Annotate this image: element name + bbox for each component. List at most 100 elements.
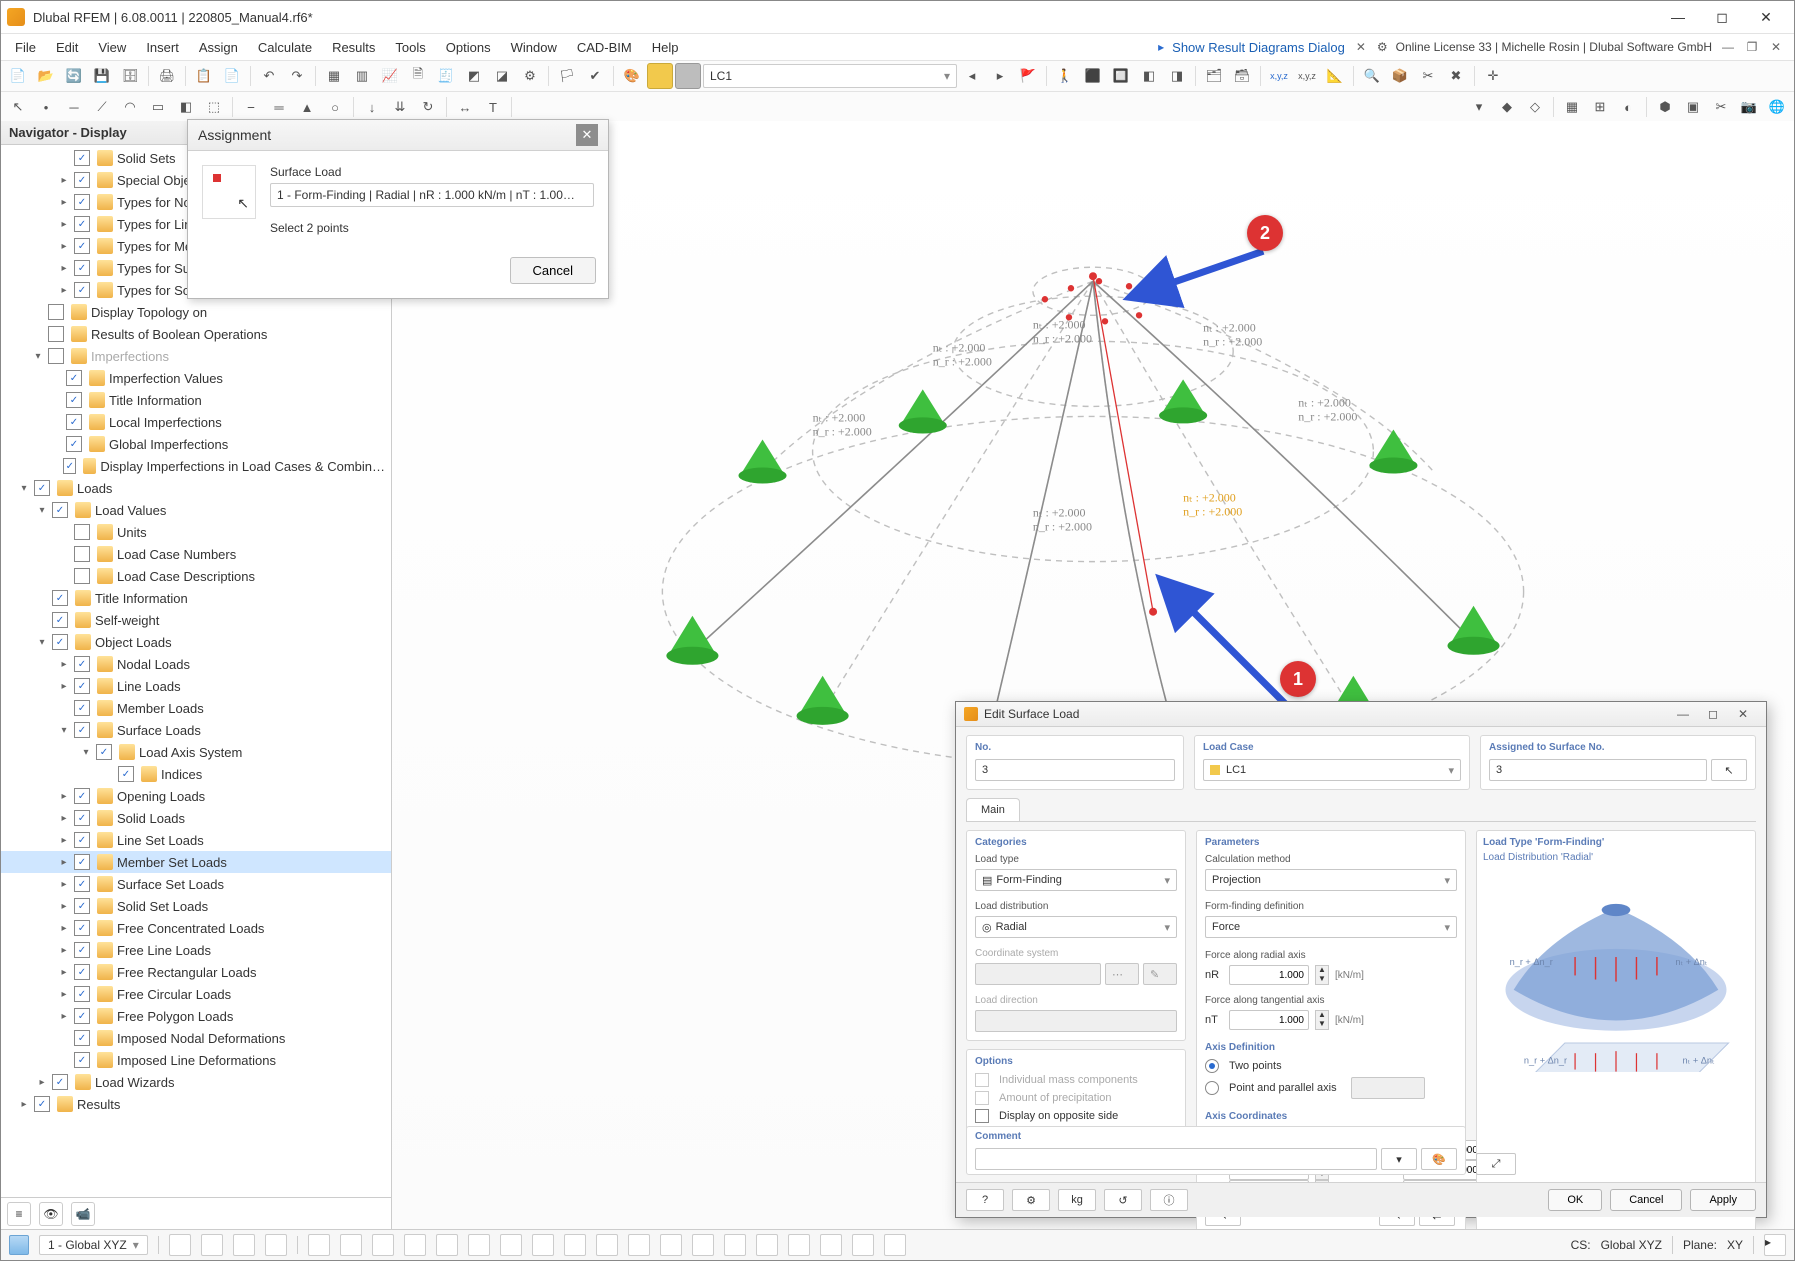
tree-item[interactable]: ▸Results [1,1093,391,1115]
tree-checkbox[interactable] [74,854,90,870]
tree-checkbox[interactable] [74,656,90,672]
dim-icon[interactable]: ↔ [452,94,478,120]
prev-lc-icon[interactable]: ◂ [959,63,985,89]
close-hint-icon[interactable]: ✕ [1353,39,1369,55]
sb-snap1-icon[interactable] [169,1234,191,1256]
cube4-icon[interactable]: ◨ [1164,63,1190,89]
tree-checkbox[interactable] [74,216,90,232]
comment-color-icon[interactable]: 🎨 [1421,1148,1457,1170]
cube3-icon[interactable]: ◧ [1136,63,1162,89]
tree-checkbox[interactable] [74,810,90,826]
palette-icon[interactable]: 🎨 [619,63,645,89]
minimize-button[interactable]: — [1656,1,1700,33]
tree-item[interactable]: Local Imperfections [1,411,391,433]
tree-checkbox[interactable] [74,260,90,276]
xyz1-icon[interactable]: x,y,z [1266,63,1292,89]
sb-i-icon[interactable] [724,1234,746,1256]
tree-checkbox[interactable] [74,150,90,166]
rect-icon[interactable]: ▭ [145,94,171,120]
menu-calculate[interactable]: Calculate [248,37,322,58]
tree-item[interactable]: Global Imperfections [1,433,391,455]
tree-item[interactable]: ▾Load Axis System [1,741,391,763]
tree-checkbox[interactable] [74,1030,90,1046]
tree-checkbox[interactable] [52,634,68,650]
dialog-min-icon[interactable]: — [1668,707,1698,721]
calc-icon[interactable]: ⚙ [517,63,543,89]
tree-checkbox[interactable] [96,744,112,760]
gridtoggle-icon[interactable]: ▦ [1559,94,1585,120]
cube2-icon[interactable]: 🔲 [1108,63,1134,89]
open-icon[interactable]: 📂 [33,63,59,89]
text-icon[interactable]: T [480,94,506,120]
tree-item[interactable]: Units [1,521,391,543]
assignment-close-icon[interactable]: ✕ [576,124,598,146]
ffdef-combo[interactable]: Force▾ [1205,916,1457,938]
tree-item[interactable]: ▾Object Loads [1,631,391,653]
sb-g-icon[interactable] [660,1234,682,1256]
sb-d-icon[interactable] [564,1234,586,1256]
surface-icon[interactable]: ◧ [173,94,199,120]
loadcase-input[interactable]: LC1▾ [1203,759,1461,781]
sheet-icon[interactable]: 🗎 [405,63,431,89]
navigator-tree[interactable]: Solid Sets▸Special Objects▸Types for Nod… [1,145,391,1197]
box-icon[interactable]: 📦 [1387,63,1413,89]
sb-h-icon[interactable] [692,1234,714,1256]
menu-view[interactable]: View [88,37,136,58]
tree-checkbox[interactable] [74,194,90,210]
tree-checkbox[interactable] [74,546,90,562]
tree-item[interactable]: Imposed Line Deformations [1,1049,391,1071]
nav-views-tab-icon[interactable]: 📹 [71,1202,95,1226]
snap1-icon[interactable]: ◆ [1494,94,1520,120]
close-button[interactable]: ✕ [1744,1,1788,33]
tree-item[interactable]: ▾Load Values [1,499,391,521]
tree-item[interactable]: ▸Free Circular Loads [1,983,391,1005]
dialog-close-icon[interactable]: ✕ [1728,707,1758,721]
tree-checkbox[interactable] [74,282,90,298]
tree-item[interactable]: Load Case Descriptions [1,565,391,587]
ftang-input[interactable] [1229,1010,1309,1030]
hinge-icon[interactable]: ○ [322,94,348,120]
sb-grid-icon[interactable] [308,1234,330,1256]
render-icon[interactable]: ◐ [1615,94,1641,120]
layer-icon[interactable]: 🗂 [1201,63,1227,89]
solid-icon[interactable]: ⬚ [201,94,227,120]
reset-icon[interactable]: ↺ [1104,1189,1142,1211]
tree-item[interactable]: ▸Line Set Loads [1,829,391,851]
tree-item[interactable]: Title Information [1,587,391,609]
tree-checkbox[interactable] [74,568,90,584]
loaddist-combo[interactable]: ◎ Radial▾ [975,916,1177,938]
tree-checkbox[interactable] [52,590,68,606]
preview-expand-icon[interactable]: ⤢ [1476,1153,1516,1175]
tree-checkbox[interactable] [118,766,134,782]
radio-point-parallel[interactable] [1205,1081,1219,1095]
xyz2-icon[interactable]: x,y,z [1294,63,1320,89]
tab-main[interactable]: Main [966,798,1020,821]
areaload-icon[interactable]: ⇊ [387,94,413,120]
workplane-combo[interactable]: 1 - Global XYZ▾ [39,1235,148,1255]
line-icon[interactable]: ─ [61,94,87,120]
tree-checkbox[interactable] [74,1008,90,1024]
tree-checkbox[interactable] [48,304,64,320]
sb-ortho-icon[interactable] [340,1234,362,1256]
assigned-input[interactable]: 3 [1489,759,1707,781]
no-input[interactable]: 3 [975,759,1175,781]
cube1-icon[interactable]: ⬛ [1080,63,1106,89]
arc-icon[interactable]: ◠ [117,94,143,120]
tree-checkbox[interactable] [74,524,90,540]
radio-two-points[interactable] [1205,1059,1219,1073]
flag2-icon[interactable]: 🚩 [1015,63,1041,89]
dialog-max-icon[interactable]: ◻ [1698,707,1728,721]
chart-icon[interactable]: 📈 [377,63,403,89]
pointer-icon[interactable]: ↖ [5,94,31,120]
support-icon[interactable]: ▲ [294,94,320,120]
tree-item[interactable]: ▸Nodal Loads [1,653,391,675]
tree-checkbox[interactable] [52,502,68,518]
refresh-icon[interactable]: 🔄 [61,63,87,89]
tree-item[interactable]: ▸Solid Loads [1,807,391,829]
fradial-input[interactable] [1229,965,1309,985]
tree-item[interactable]: Display Imperfections in Load Cases & Co… [1,455,391,477]
stack-icon[interactable]: 🗃 [1229,63,1255,89]
comment-input[interactable] [975,1148,1377,1170]
menu-cad-bim[interactable]: CAD-BIM [567,37,642,58]
menu-results[interactable]: Results [322,37,385,58]
